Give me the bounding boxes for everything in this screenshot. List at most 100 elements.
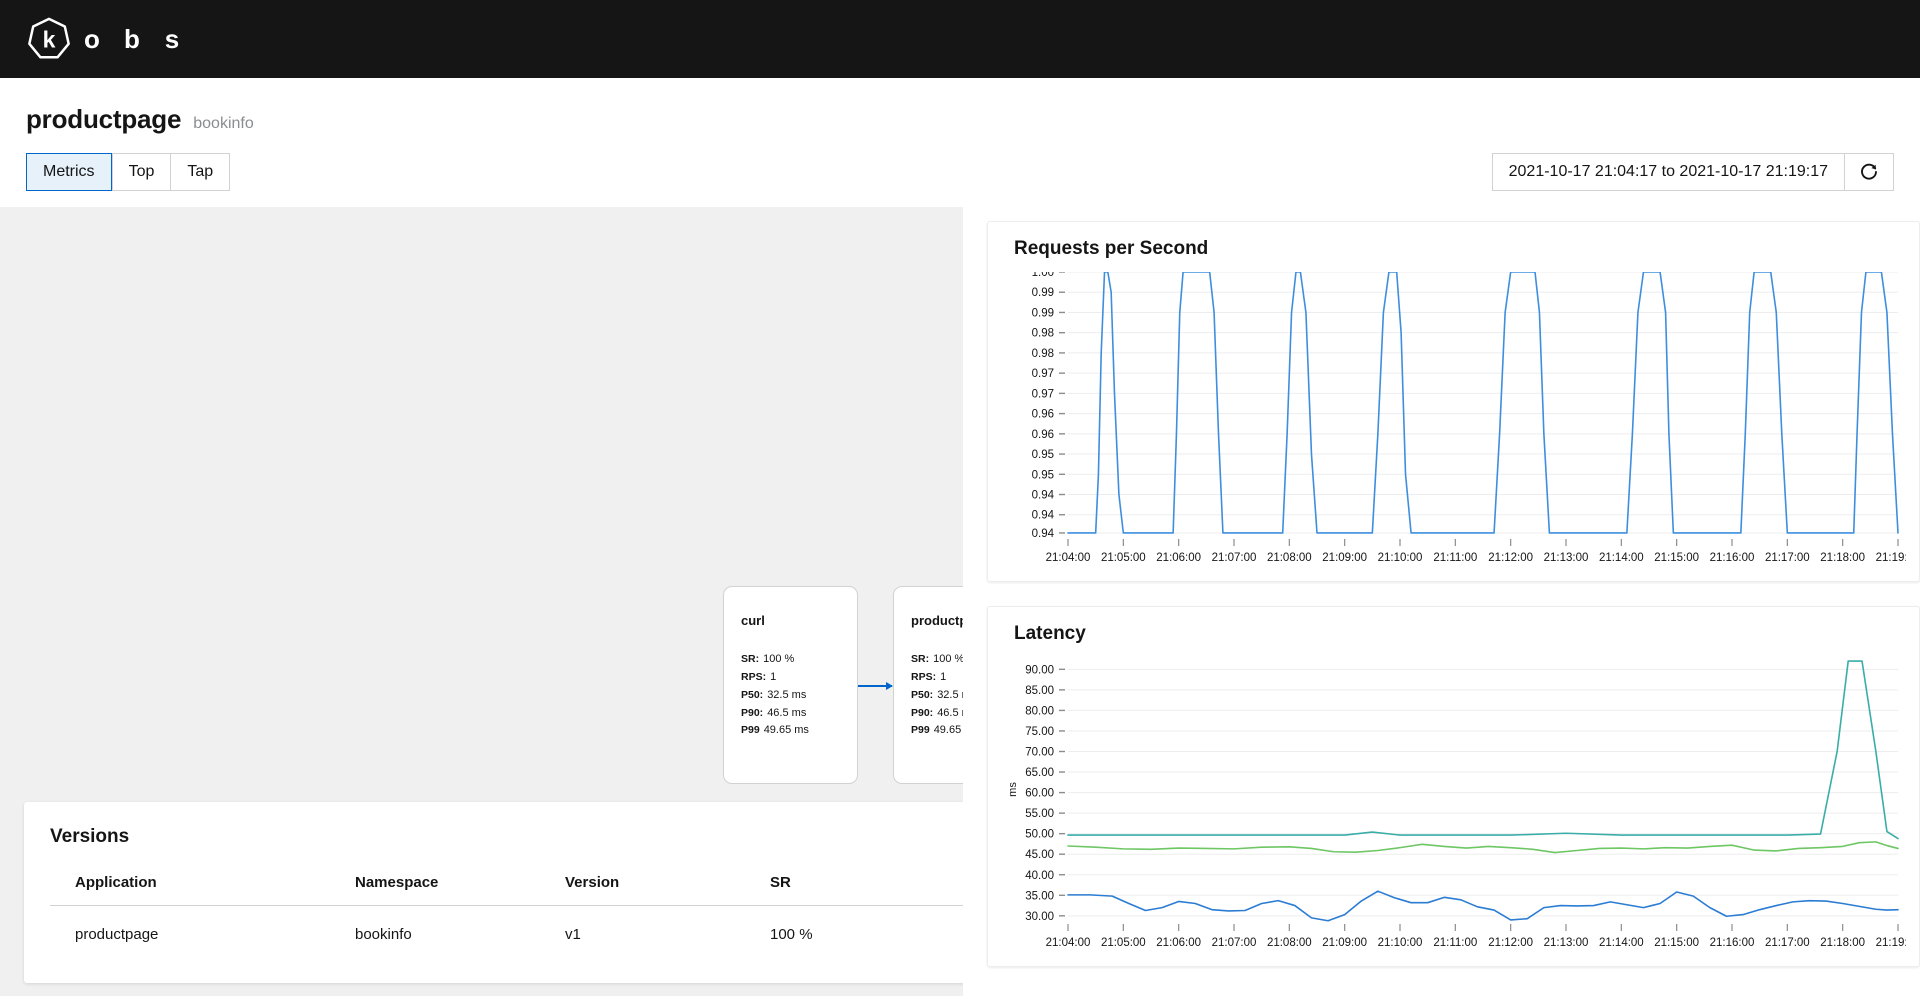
node-metric-p99: P9949.65 ms bbox=[911, 723, 963, 738]
metric-key: RPS: bbox=[741, 670, 767, 683]
time-range-selector[interactable]: 2021-10-17 21:04:17 to 2021-10-17 21:19:… bbox=[1491, 153, 1844, 191]
tab-tap[interactable]: Tap bbox=[170, 153, 231, 191]
svg-text:0.96: 0.96 bbox=[1032, 409, 1054, 421]
svg-text:21:11:00: 21:11:00 bbox=[1433, 552, 1477, 564]
svg-text:21:06:00: 21:06:00 bbox=[1156, 552, 1201, 564]
versions-table: Application Namespace Version SR product… bbox=[50, 874, 963, 953]
node-metric-sr: SR: 100 % bbox=[911, 652, 963, 667]
topology-graph[interactable]: curl SR: 100 % RPS: 1 P50: 32.5 ms P90: 46.5… bbox=[0, 207, 963, 784]
svg-text:0.97: 0.97 bbox=[1032, 368, 1054, 380]
svg-text:21:08:00: 21:08:00 bbox=[1267, 937, 1312, 949]
svg-text:70.00: 70.00 bbox=[1025, 746, 1054, 758]
svg-text:21:09:00: 21:09:00 bbox=[1322, 552, 1367, 564]
right-pane: Requests per Second 1.00 0.99 0.99 0.98 0.98… bbox=[963, 207, 1920, 996]
tab-top[interactable]: Top bbox=[111, 153, 171, 191]
versions-title: Versions bbox=[50, 826, 130, 847]
page-subtitle-namespace: bookinfo bbox=[193, 115, 254, 132]
svg-text:21:16:00: 21:16:00 bbox=[1710, 552, 1755, 564]
svg-text:0.96: 0.96 bbox=[1032, 429, 1054, 441]
main-content: curl SR: 100 % RPS: 1 P50: 32.5 ms P90: 46.5… bbox=[0, 207, 1920, 996]
svg-text:21:05:00: 21:05:00 bbox=[1101, 937, 1146, 949]
requests-per-second-card: Requests per Second 1.00 0.99 0.99 0.98 0.98… bbox=[987, 221, 1920, 582]
svg-text:21:12:00: 21:12:00 bbox=[1488, 937, 1533, 949]
brand-letter-s: s bbox=[164, 23, 180, 54]
svg-text:0.98: 0.98 bbox=[1032, 328, 1054, 340]
view-tabs: Metrics Top Tap bbox=[26, 153, 231, 191]
node-metric-p50: P50:32.5 ms bbox=[741, 688, 840, 703]
column-header-application[interactable]: Application bbox=[50, 874, 355, 906]
metric-value: 32.5 ms bbox=[767, 688, 807, 701]
metric-value: 100 % bbox=[763, 653, 795, 665]
node-metric-rps: RPS: 1 bbox=[741, 670, 840, 685]
versions-card: Versions Application Namespace Version S… bbox=[24, 802, 963, 983]
svg-text:21:16:00: 21:16:00 bbox=[1710, 937, 1755, 949]
refresh-icon bbox=[1861, 163, 1877, 180]
column-header-namespace[interactable]: Namespace bbox=[355, 874, 565, 906]
svg-text:21:05:00: 21:05:00 bbox=[1101, 552, 1146, 564]
svg-text:21:13:00: 21:13:00 bbox=[1544, 552, 1589, 564]
metric-key: P99 bbox=[741, 724, 760, 737]
node-metric-rps: RPS: 1 bbox=[911, 670, 963, 685]
svg-text:21:17:00: 21:17:00 bbox=[1765, 937, 1810, 949]
node-title: productpage bbox=[911, 613, 963, 628]
svg-text:21:11:00: 21:11:00 bbox=[1433, 937, 1477, 949]
svg-text:35.00: 35.00 bbox=[1025, 890, 1054, 902]
metric-key: RPS: bbox=[911, 670, 937, 683]
table-row[interactable]: productpage bookinfo v1 100 % bbox=[50, 906, 963, 954]
svg-text:65.00: 65.00 bbox=[1025, 767, 1054, 779]
topology-node-productpage[interactable]: productpage SR:100 % RPS:1 P50:32.5 ms P… bbox=[893, 586, 963, 784]
column-header-sr[interactable]: SR bbox=[770, 874, 963, 906]
node-metric-p90: P90:46.5 ms bbox=[741, 706, 840, 721]
brand-logo[interactable]: k o b s bbox=[26, 16, 192, 62]
tab-metrics[interactable]: Metrics bbox=[26, 153, 112, 191]
brand-letters: o b s bbox=[72, 24, 192, 55]
svg-text:21:10:00: 21:10:00 bbox=[1378, 552, 1423, 564]
metric-value: 49.65 ms bbox=[763, 724, 809, 737]
node-metric-p99: P9949.65 ms bbox=[741, 723, 840, 738]
svg-text:21:10:00: 21:10:00 bbox=[1378, 937, 1423, 949]
svg-text:0.97: 0.97 bbox=[1032, 388, 1054, 400]
chart-svg-latency: 90.00 85.00 80.00 75.00 70.00 65.00 60.00 55.00… bbox=[1006, 651, 1906, 949]
latency-card: Latency 90.00 85.00 80.00 75.00 70.00 65.00 60… bbox=[987, 606, 1920, 967]
svg-text:21:07:00: 21:07:00 bbox=[1212, 552, 1257, 564]
svg-text:30.00: 30.00 bbox=[1025, 911, 1054, 923]
cell-version: v1 bbox=[565, 926, 581, 943]
svg-text:21:09:00: 21:09:00 bbox=[1322, 937, 1367, 949]
svg-text:80.00: 80.00 bbox=[1025, 705, 1054, 717]
node-metrics: SR:100 % RPS:1 P50:32.5 ms P90:46.5 ms P… bbox=[741, 652, 840, 738]
svg-text:0.94: 0.94 bbox=[1032, 528, 1055, 540]
svg-text:ms: ms bbox=[1007, 782, 1019, 797]
metric-value: 32.5 ms bbox=[937, 688, 963, 701]
svg-text:21:18:00: 21:18:00 bbox=[1820, 937, 1865, 949]
svg-text:21:07:00: 21:07:00 bbox=[1212, 937, 1257, 949]
svg-text:85.00: 85.00 bbox=[1025, 685, 1054, 697]
refresh-button[interactable] bbox=[1844, 153, 1894, 191]
app-top-bar: k o b s bbox=[0, 0, 1920, 78]
metric-value: 1 bbox=[940, 670, 947, 683]
chart-svg-rps: 1.000.990.990.980.980.970.970.960.960.95… bbox=[1006, 266, 1906, 564]
svg-text:21:19:00: 21:19:00 bbox=[1876, 552, 1906, 564]
svg-text:75.00: 75.00 bbox=[1025, 726, 1054, 738]
svg-text:21:04:00: 21:04:00 bbox=[1046, 937, 1091, 949]
column-header-version[interactable]: Version bbox=[565, 874, 770, 906]
svg-text:21:04:00: 21:04:00 bbox=[1046, 552, 1091, 564]
node-metric-p90: P90:46.5 ms bbox=[911, 706, 963, 721]
chart-title-rps: Requests per Second bbox=[1014, 238, 1209, 259]
metric-key: P50: bbox=[911, 688, 934, 701]
svg-text:40.00: 40.00 bbox=[1025, 870, 1054, 882]
brand-letter-b: b bbox=[124, 23, 140, 54]
metric-value: 49.65 ms bbox=[933, 724, 963, 737]
chart-area-rps[interactable]: 1.00 0.99 0.99 0.98 0.98 0.97 0.97 0.96 0.96 0.95… bbox=[1006, 266, 1906, 571]
chart-area-latency[interactable]: 90.00 85.00 80.00 75.00 70.00 65.00 60.00 55.00… bbox=[1006, 651, 1906, 956]
brand-letter-o: o bbox=[84, 23, 100, 54]
metric-key: P90: bbox=[741, 706, 764, 719]
page-header: productpage bookinfo Metrics Top Tap 202… bbox=[0, 78, 1920, 207]
svg-text:21:18:00: 21:18:00 bbox=[1820, 552, 1865, 564]
page-title: productpage bbox=[26, 104, 182, 134]
topology-node-curl[interactable]: curl SR: 100 % RPS: 1 P50: 32.5 ms P90: 46.5… bbox=[723, 586, 858, 784]
svg-text:50.00: 50.00 bbox=[1025, 829, 1054, 841]
svg-text:0.94: 0.94 bbox=[1032, 490, 1055, 502]
header-controls-row: Metrics Top Tap 2021-10-17 21:04:17 to 2… bbox=[26, 153, 1894, 207]
svg-text:21:13:00: 21:13:00 bbox=[1544, 937, 1589, 949]
svg-text:21:17:00: 21:17:00 bbox=[1765, 552, 1810, 564]
